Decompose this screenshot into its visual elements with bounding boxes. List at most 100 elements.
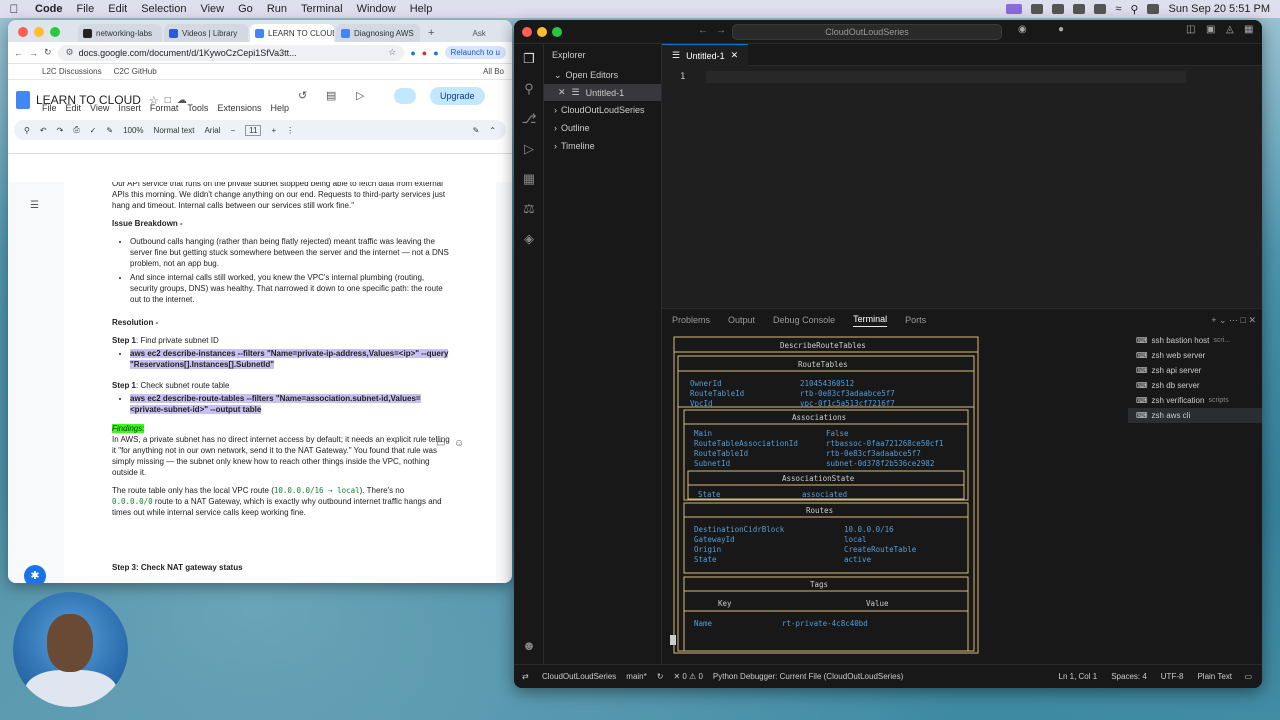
- chrome-tab-videos[interactable]: Videos | Library: [164, 24, 248, 42]
- control-center-icon[interactable]: [1147, 4, 1160, 14]
- run-debug-icon[interactable]: ▷: [514, 134, 544, 164]
- ask-gemini-button[interactable]: Ask: [472, 29, 485, 38]
- chrome-tab-diagnosing[interactable]: Diagnosing AWS: [336, 24, 420, 42]
- tab-debug-console[interactable]: Debug Console: [773, 315, 835, 325]
- terminal-item[interactable]: ⌨ ssh bastion host scri...: [1128, 333, 1262, 348]
- extension-icon[interactable]: ●: [410, 48, 415, 58]
- copilot-icon[interactable]: ◉: [1018, 24, 1027, 35]
- print-icon[interactable]: ⎙: [73, 125, 79, 135]
- history-icon[interactable]: ↺: [298, 89, 307, 102]
- collapse-icon[interactable]: ⌃: [489, 126, 496, 135]
- font-size-input[interactable]: 11: [245, 124, 262, 136]
- gemini-assist-button[interactable]: ✱: [24, 565, 46, 583]
- paint-format-icon[interactable]: ✎: [106, 126, 113, 135]
- undo-icon[interactable]: ↶: [40, 126, 47, 135]
- close-window-button[interactable]: [522, 27, 532, 37]
- tab-ports[interactable]: Ports: [905, 315, 926, 325]
- docs-menu-insert[interactable]: Insert: [118, 103, 141, 113]
- menu-edit[interactable]: Edit: [101, 3, 134, 15]
- bookmark-c2c[interactable]: C2C GitHub: [114, 67, 157, 76]
- wifi-icon[interactable]: ≈: [1115, 3, 1121, 15]
- outline-icon[interactable]: ☰: [30, 200, 39, 211]
- remote-icon[interactable]: ⇄: [522, 672, 529, 681]
- source-control-icon[interactable]: ⎇: [514, 104, 544, 134]
- chrome-tab-networking[interactable]: networking-labs: [78, 24, 162, 42]
- menu-file[interactable]: File: [70, 3, 102, 15]
- relaunch-button[interactable]: Relaunch to u: [444, 46, 506, 59]
- docs-menu-tools[interactable]: Tools: [187, 103, 208, 113]
- meet-icon[interactable]: ▷: [356, 89, 364, 102]
- address-bar[interactable]: ⚙ docs.google.com/document/d/1KywoCzCepi…: [57, 44, 405, 61]
- ruler[interactable]: [8, 144, 512, 154]
- reload-icon[interactable]: ↻: [44, 47, 52, 58]
- status-icon-1[interactable]: [1031, 4, 1044, 14]
- account-icon[interactable]: ●: [1058, 24, 1064, 35]
- clock[interactable]: Sun Sep 20 5:51 PM: [1168, 3, 1270, 15]
- extension-icon-3[interactable]: ●: [433, 48, 438, 58]
- menu-terminal[interactable]: Terminal: [294, 3, 350, 15]
- bookmark-l2c[interactable]: L2C Discussions: [42, 67, 102, 76]
- docs-menu-help[interactable]: Help: [270, 103, 289, 113]
- google-docs-icon[interactable]: [16, 91, 30, 109]
- status-folder[interactable]: CloudOutLoudSeries: [542, 672, 616, 681]
- close-icon[interactable]: ✕: [558, 87, 566, 98]
- toggle-secondary-sidebar-icon[interactable]: ◬: [1226, 24, 1234, 35]
- minimize-window-button[interactable]: [34, 27, 44, 37]
- account-icon[interactable]: ☻: [514, 630, 544, 660]
- customize-layout-icon[interactable]: ▦: [1244, 24, 1253, 35]
- terminal-item-active[interactable]: ⌨ zsh aws cli: [1128, 408, 1262, 423]
- back-icon[interactable]: ←: [14, 48, 23, 58]
- minimize-window-button[interactable]: [537, 27, 547, 37]
- search-icon[interactable]: ⚲: [514, 74, 544, 104]
- status-language[interactable]: Plain Text: [1197, 672, 1232, 681]
- battery-icon[interactable]: [1094, 4, 1107, 14]
- apple-icon[interactable]: : [0, 2, 28, 16]
- close-window-button[interactable]: [18, 27, 28, 37]
- close-icon[interactable]: ✕: [731, 50, 739, 61]
- terminal-item[interactable]: ⌨ zsh web server: [1128, 348, 1262, 363]
- status-encoding[interactable]: UTF-8: [1161, 672, 1184, 681]
- status-icon-2[interactable]: [1052, 4, 1065, 14]
- comments-icon[interactable]: ▤: [326, 89, 336, 102]
- tab-output[interactable]: Output: [728, 315, 755, 325]
- docs-menu-format[interactable]: Format: [150, 103, 179, 113]
- back-icon[interactable]: ←: [698, 25, 708, 36]
- spellcheck-icon[interactable]: ✓: [90, 126, 97, 135]
- open-editors-section[interactable]: ⌄ Open Editors: [544, 66, 661, 84]
- toggle-sidebar-icon[interactable]: ◫: [1186, 24, 1195, 35]
- timeline-section[interactable]: › Timeline: [544, 137, 661, 155]
- menu-view[interactable]: View: [193, 3, 231, 15]
- add-comment-icon[interactable]: ▭: [436, 438, 445, 449]
- extensions-icon[interactable]: ▦: [514, 164, 544, 194]
- testing-icon[interactable]: ⚖: [514, 194, 544, 224]
- docs-menu-file[interactable]: File: [42, 103, 57, 113]
- zoom-select[interactable]: 100%: [123, 126, 143, 135]
- explorer-icon[interactable]: ❐: [514, 44, 544, 74]
- status-branch[interactable]: main*: [626, 672, 646, 681]
- upgrade-button[interactable]: Upgrade: [430, 87, 485, 105]
- python-icon[interactable]: ◈: [514, 224, 544, 254]
- workspace-folder-section[interactable]: › CloudOutLoudSeries: [544, 101, 661, 119]
- maximize-window-button[interactable]: [552, 27, 562, 37]
- docs-menu-view[interactable]: View: [90, 103, 109, 113]
- command-center-search[interactable]: CloudOutLoudSeries: [732, 24, 1002, 40]
- notifications-icon[interactable]: ▭: [1244, 672, 1252, 681]
- terminal-item[interactable]: ⌨ zsh api server: [1128, 363, 1262, 378]
- menu-selection[interactable]: Selection: [134, 3, 193, 15]
- maximize-window-button[interactable]: [50, 27, 60, 37]
- search-menus-icon[interactable]: ⚲: [24, 126, 30, 135]
- toggle-panel-icon[interactable]: ▣: [1206, 24, 1215, 35]
- search-icon[interactable]: ⚲: [1130, 3, 1138, 16]
- edit-mode-icon[interactable]: ✎: [473, 126, 480, 135]
- menu-run[interactable]: Run: [260, 3, 294, 15]
- screen-record-icon[interactable]: [1006, 4, 1023, 14]
- tab-problems[interactable]: Problems: [672, 315, 710, 325]
- open-editor-untitled[interactable]: ✕ ☰ Untitled-1: [544, 84, 661, 101]
- new-tab-button[interactable]: +: [428, 27, 434, 39]
- document-page[interactable]: Our API service that runs on the private…: [64, 182, 496, 583]
- style-select[interactable]: Normal text: [154, 126, 195, 135]
- editor-tab-untitled[interactable]: ☰ Untitled-1 ✕: [662, 44, 749, 66]
- menu-help[interactable]: Help: [403, 3, 440, 15]
- forward-icon[interactable]: →: [29, 48, 38, 58]
- status-position[interactable]: Ln 1, Col 1: [1059, 672, 1098, 681]
